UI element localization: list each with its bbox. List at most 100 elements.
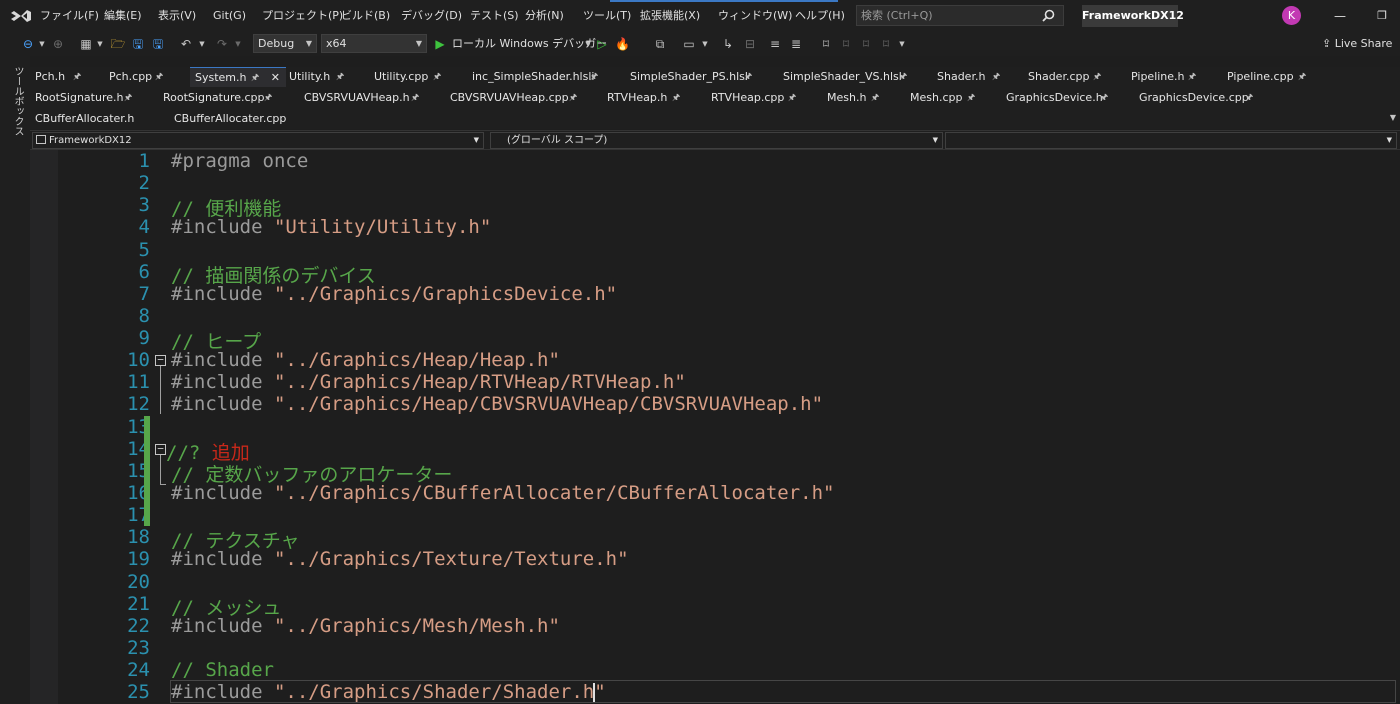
- bookmark-icon[interactable]: ⌑: [818, 32, 834, 56]
- tab-utility-cpp[interactable]: Utility.cpp 🖈: [369, 67, 467, 87]
- tab-cbvsrvuavheap-cpp[interactable]: CBVSRVUAVHeap.cpp 🖈: [445, 88, 602, 108]
- pin-icon[interactable]: 🖈: [1298, 67, 1306, 87]
- close-icon[interactable]: ✕: [271, 68, 280, 88]
- code-line[interactable]: #include "../Graphics/GraphicsDevice.h": [171, 283, 617, 305]
- menu-analyze[interactable]: 分析(N): [525, 0, 564, 32]
- tab-rootsignature-h[interactable]: RootSignature.h 🖈: [30, 88, 158, 108]
- comment-lines-icon[interactable]: ≡: [767, 32, 783, 56]
- tab-cbufferallocater-cpp[interactable]: CBufferAllocater.cpp: [169, 109, 319, 129]
- open-folder-icon[interactable]: 🗁: [110, 32, 126, 56]
- code-line[interactable]: #include "../Graphics/Heap/RTVHeap/RTVHe…: [171, 371, 686, 393]
- pin-icon[interactable]: 🖈: [411, 88, 419, 108]
- start-without-debugging-icon[interactable]: ▷: [595, 32, 609, 56]
- browser-link-icon[interactable]: ⧉: [652, 32, 668, 56]
- code-line[interactable]: #pragma once: [171, 150, 308, 172]
- step-into-icon[interactable]: ⊟: [742, 32, 758, 56]
- pin-icon[interactable]: 🖈: [336, 67, 344, 87]
- scope-select[interactable]: (グローバル スコープ) ▼: [490, 132, 943, 149]
- search-input[interactable]: 検索 (Ctrl+Q): [856, 5, 1064, 26]
- new-project-icon[interactable]: ▦: [78, 32, 94, 56]
- collapse-region-icon[interactable]: −: [155, 354, 166, 366]
- pin-icon[interactable]: 🖈: [1188, 67, 1196, 87]
- pin-icon[interactable]: 🖈: [871, 88, 879, 108]
- tab-inc-simpleshader-hlsli[interactable]: inc_SimpleShader.hlsli 🖈: [467, 67, 625, 87]
- back-dropdown-icon[interactable]: ▼: [38, 32, 46, 56]
- toolbar-overflow-icon[interactable]: ▼: [898, 32, 906, 56]
- tab-shader-cpp[interactable]: Shader.cpp 🖈: [1023, 67, 1126, 87]
- menu-file[interactable]: ファイル(F): [40, 0, 99, 32]
- tab-system-h[interactable]: System.h 🖈 ✕: [190, 67, 286, 87]
- menu-tools[interactable]: ツール(T): [583, 0, 631, 32]
- avatar[interactable]: K: [1282, 6, 1301, 25]
- maximize-button[interactable]: ❐: [1372, 0, 1392, 32]
- save-all-icon[interactable]: 🖫: [150, 32, 166, 56]
- code-line[interactable]: #include "../Graphics/Heap/CBVSRVUAVHeap…: [171, 393, 823, 415]
- tab-cbvsrvuavheap-h[interactable]: CBVSRVUAVHeap.h 🖈: [299, 88, 445, 108]
- pin-icon[interactable]: 🖈: [155, 67, 163, 87]
- tab-mesh-cpp[interactable]: Mesh.cpp 🖈: [905, 88, 1001, 108]
- menu-edit[interactable]: 編集(E): [104, 0, 142, 32]
- pin-icon[interactable]: 🖈: [899, 67, 907, 87]
- toolbox-tab[interactable]: ツールボックス: [10, 66, 25, 136]
- start-debugging-icon[interactable]: ▶: [433, 32, 447, 56]
- code-comment[interactable]: // Shader: [171, 659, 274, 681]
- redo-icon[interactable]: ↷: [214, 32, 230, 56]
- tab-list-dropdown-icon[interactable]: ▼: [1390, 113, 1396, 122]
- hot-reload-icon[interactable]: 🔥: [615, 32, 630, 56]
- pin-icon[interactable]: 🖈: [433, 67, 441, 87]
- menu-build[interactable]: ビルド(B): [341, 0, 390, 32]
- code-line[interactable]: #include "../Graphics/Texture/Texture.h": [171, 548, 629, 570]
- pin-icon[interactable]: 🖈: [992, 67, 1000, 87]
- live-share-button[interactable]: ⇪ Live Share: [1322, 32, 1392, 56]
- pin-icon[interactable]: 🖈: [788, 88, 796, 108]
- pin-icon[interactable]: 🖈: [264, 88, 272, 108]
- pin-icon[interactable]: 🖈: [1100, 88, 1108, 108]
- menu-git[interactable]: Git(G): [213, 0, 246, 32]
- pin-icon[interactable]: 🖈: [672, 88, 680, 108]
- configuration-select[interactable]: Debug ▼: [253, 34, 317, 53]
- tab-pch-h[interactable]: Pch.h 🖈: [30, 67, 105, 87]
- platform-select[interactable]: x64 ▼: [321, 34, 427, 53]
- new-dropdown-icon[interactable]: ▼: [96, 32, 104, 56]
- code-line[interactable]: #include "Utility/Utility.h": [171, 216, 491, 238]
- step-over-icon[interactable]: ↳: [720, 32, 736, 56]
- code-editor[interactable]: 1 2 3 4 5 6 7 8 9 10 11 12 13 14 15 16 1…: [30, 150, 1400, 704]
- tab-rtvheap-h[interactable]: RTVHeap.h 🖈: [602, 88, 706, 108]
- next-bookmark-icon[interactable]: ⌑: [858, 32, 874, 56]
- menu-window[interactable]: ウィンドウ(W): [718, 0, 792, 32]
- solution-name-badge[interactable]: FrameworkDX12: [1082, 5, 1184, 27]
- undo-icon[interactable]: ↶: [178, 32, 194, 56]
- forward-navigation-icon[interactable]: ⊕: [50, 32, 66, 56]
- tab-cbufferallocater-h[interactable]: CBufferAllocater.h: [30, 109, 169, 129]
- tab-pipeline-cpp[interactable]: Pipeline.cpp 🖈: [1222, 67, 1332, 87]
- menu-debug[interactable]: デバッグ(D): [401, 0, 462, 32]
- menu-extensions[interactable]: 拡張機能(X): [640, 0, 700, 32]
- tab-rootsignature-cpp[interactable]: RootSignature.cpp 🖈: [158, 88, 298, 108]
- tab-pipeline-h[interactable]: Pipeline.h 🖈: [1126, 67, 1222, 87]
- tab-graphicsdevice-cpp[interactable]: GraphicsDevice.cpp 🖈: [1134, 88, 1280, 108]
- uncomment-lines-icon[interactable]: ≣: [788, 32, 804, 56]
- undo-dropdown-icon[interactable]: ▼: [198, 32, 206, 56]
- code-line[interactable]: #include "../Graphics/CBufferAllocater/C…: [171, 482, 834, 504]
- pin-icon[interactable]: 🖈: [1093, 67, 1101, 87]
- visual-studio-logo-icon[interactable]: [10, 8, 32, 24]
- member-select[interactable]: ▼: [945, 132, 1397, 149]
- tab-shader-h[interactable]: Shader.h 🖈: [932, 67, 1024, 87]
- pin-icon[interactable]: 🖈: [1245, 88, 1253, 108]
- menu-test[interactable]: テスト(S): [470, 0, 519, 32]
- pin-icon[interactable]: 🖈: [569, 88, 577, 108]
- clear-bookmarks-icon[interactable]: ⌑: [878, 32, 894, 56]
- menu-view[interactable]: 表示(V): [158, 0, 196, 32]
- tab-pch-cpp[interactable]: Pch.cpp 🖈: [104, 67, 190, 87]
- pin-icon[interactable]: 🖈: [251, 68, 259, 88]
- pin-icon[interactable]: 🖈: [590, 67, 598, 87]
- redo-dropdown-icon[interactable]: ▼: [234, 32, 242, 56]
- code-line-current[interactable]: #include "../Graphics/Shader/Shader.h": [171, 681, 606, 703]
- save-icon[interactable]: 🖫: [130, 32, 146, 56]
- code-line[interactable]: #include "../Graphics/Heap/Heap.h": [171, 349, 560, 371]
- pin-icon[interactable]: 🖈: [73, 67, 81, 87]
- minimize-button[interactable]: —: [1330, 0, 1350, 32]
- menu-help[interactable]: ヘルプ(H): [795, 0, 845, 32]
- tab-graphicsdevice-h[interactable]: GraphicsDevice.h 🖈: [1001, 88, 1134, 108]
- tab-mesh-h[interactable]: Mesh.h 🖈: [822, 88, 905, 108]
